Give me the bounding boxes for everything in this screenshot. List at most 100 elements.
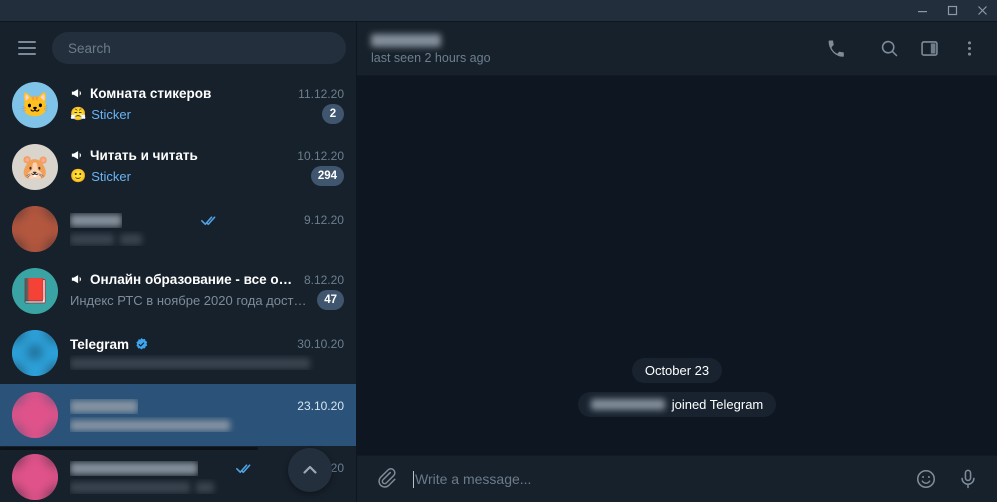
attach-file-button[interactable] xyxy=(373,464,403,494)
window-body: Search 🐱 Комната стикеров 11.12.20 😤 Sticker… xyxy=(0,22,997,502)
side-panel-icon xyxy=(920,41,938,56)
search-messages-button[interactable] xyxy=(869,29,909,69)
chat-message-preview xyxy=(70,231,344,246)
redacted-text xyxy=(70,481,190,493)
redacted-text xyxy=(120,233,142,245)
chat-list[interactable]: 🐱 Комната стикеров 11.12.20 😤 Sticker 2 🐹 Читат… xyxy=(0,74,356,502)
chat-list-item-bottom-line xyxy=(70,355,344,370)
unread-badge: 47 xyxy=(317,290,344,310)
chat-list-item-bottom-line xyxy=(70,417,344,432)
chat-header-info[interactable]: last seen 2 hours ago xyxy=(371,32,803,65)
sidebar-toolbar: Search xyxy=(0,22,356,74)
phone-icon xyxy=(828,39,844,57)
chat-list-item-top-line: Читать и читать 10.12.20 xyxy=(70,148,344,163)
chat-message-preview xyxy=(70,417,344,432)
chat-list-item[interactable]: 9.12.20 xyxy=(0,198,356,260)
chat-list-item[interactable]: 🐱 Комната стикеров 11.12.20 😤 Sticker 2 xyxy=(0,74,356,136)
minimize-icon xyxy=(917,11,927,13)
unread-badge: 2 xyxy=(322,104,344,124)
chat-message-preview: Sticker xyxy=(91,168,131,184)
chat-name: Читать и читать xyxy=(90,148,198,163)
chat-list-item-bottom-line: Индекс РТС в ноябре 2020 года достиг ...… xyxy=(70,290,344,310)
redacted-text xyxy=(70,357,310,369)
chat-list-item[interactable]: 📕 Онлайн образование - все о т... 8.12.20 И… xyxy=(0,260,356,322)
chat-list-item-bottom-line: 😤 Sticker 2 xyxy=(70,104,344,124)
message-preview-emoji: 😤 xyxy=(70,106,87,121)
scroll-to-top-button[interactable] xyxy=(288,448,332,492)
chat-name xyxy=(70,213,122,228)
chat-list-item-content: 23.10.20 xyxy=(70,399,344,432)
chat-list-item-top-line: 23.10.20 xyxy=(70,399,344,414)
chat-header-actions xyxy=(803,16,989,82)
avatar xyxy=(12,454,58,500)
chat-name: Онлайн образование - все о т... xyxy=(90,272,293,287)
message-area[interactable]: October 23 joined Telegram xyxy=(357,76,997,455)
microphone-icon xyxy=(961,469,975,489)
maximize-icon xyxy=(947,5,957,16)
chat-name xyxy=(70,399,138,414)
avatar xyxy=(12,206,58,252)
chat-list-item-top-line: Онлайн образование - все о т... 8.12.20 xyxy=(70,272,344,287)
chat-message-preview: Индекс РТС в ноябре 2020 года достиг ... xyxy=(70,292,313,308)
emoji-button[interactable] xyxy=(911,464,941,494)
megaphone-icon xyxy=(71,151,81,160)
chat-timestamp: 8.12.20 xyxy=(303,272,344,287)
chat-timestamp: 9.12.20 xyxy=(303,213,344,227)
chat-title xyxy=(371,32,803,47)
paperclip-icon xyxy=(378,468,396,488)
chat-list-item-top-line: Комната стикеров 11.12.20 xyxy=(70,86,344,101)
avatar: 🐱 xyxy=(12,82,58,128)
verified-badge-icon xyxy=(136,337,148,349)
chat-list-scrollbar[interactable] xyxy=(0,447,258,450)
avatar xyxy=(12,392,58,438)
chat-list-item-content: Telegram 30.10.20 xyxy=(70,337,344,370)
chat-timestamp: 23.10.20 xyxy=(297,399,344,413)
smiley-icon xyxy=(916,469,936,489)
redacted-text xyxy=(70,214,122,228)
redacted-text xyxy=(196,481,214,493)
chat-timestamp: 10.12.20 xyxy=(297,148,344,163)
redacted-text xyxy=(70,462,198,476)
chat-list-item-content: Читать и читать 10.12.20 🙂 Sticker 294 xyxy=(70,148,344,186)
redacted-text xyxy=(70,400,138,414)
service-message-joined: joined Telegram xyxy=(577,392,777,417)
search-placeholder: Search xyxy=(68,40,111,56)
redacted-user-name xyxy=(590,399,665,410)
chat-message-preview: Sticker xyxy=(91,106,131,122)
joined-telegram-label: joined Telegram xyxy=(671,397,764,412)
double-check-icon xyxy=(236,463,251,473)
dots-vertical-icon xyxy=(967,41,971,56)
chat-list-item-bottom-line: 🙂 Sticker 294 xyxy=(70,166,344,186)
chevron-up-icon xyxy=(303,465,317,474)
avatar: ✈ xyxy=(12,330,58,376)
redacted-text xyxy=(70,419,230,431)
chat-list-item-content: Комната стикеров 11.12.20 😤 Sticker 2 xyxy=(70,86,344,124)
chat-name: Комната стикеров xyxy=(90,86,212,101)
more-actions-button[interactable] xyxy=(949,29,989,69)
search-icon xyxy=(881,40,897,57)
chat-list-item[interactable]: ✈ Telegram 30.10.20 xyxy=(0,322,356,384)
composer-right-actions xyxy=(911,464,983,494)
message-input[interactable]: Write a message... xyxy=(413,464,901,494)
close-icon xyxy=(977,6,987,15)
date-separator-label: October 23 xyxy=(644,363,710,378)
double-check-icon xyxy=(201,215,216,225)
message-preview-emoji: 🙂 xyxy=(70,168,87,183)
chat-list-item[interactable]: 23.10.20 xyxy=(0,384,356,446)
voice-message-button[interactable] xyxy=(953,464,983,494)
avatar: 🐹 xyxy=(12,144,58,190)
chat-list-item-content: Онлайн образование - все о т... 8.12.20 Ин… xyxy=(70,272,344,310)
chat-list-item[interactable]: 🐹 Читать и читать 10.12.20 🙂 Sticker 294 xyxy=(0,136,356,198)
main-menu-icon[interactable] xyxy=(12,33,42,63)
unread-badge: 294 xyxy=(310,166,344,186)
chat-list-sidebar: Search 🐱 Комната стикеров 11.12.20 😤 Sticker… xyxy=(0,22,357,502)
redacted-chat-title xyxy=(371,33,441,47)
chat-list-item-top-line: 9.12.20 xyxy=(70,213,344,228)
chat-header: last seen 2 hours ago xyxy=(357,22,997,76)
search-input[interactable]: Search xyxy=(52,32,346,64)
message-placeholder: Write a message... xyxy=(415,471,532,487)
call-button[interactable] xyxy=(803,16,869,82)
info-panel-toggle-button[interactable] xyxy=(909,29,949,69)
chat-name xyxy=(70,461,198,476)
date-separator: October 23 xyxy=(631,358,723,383)
